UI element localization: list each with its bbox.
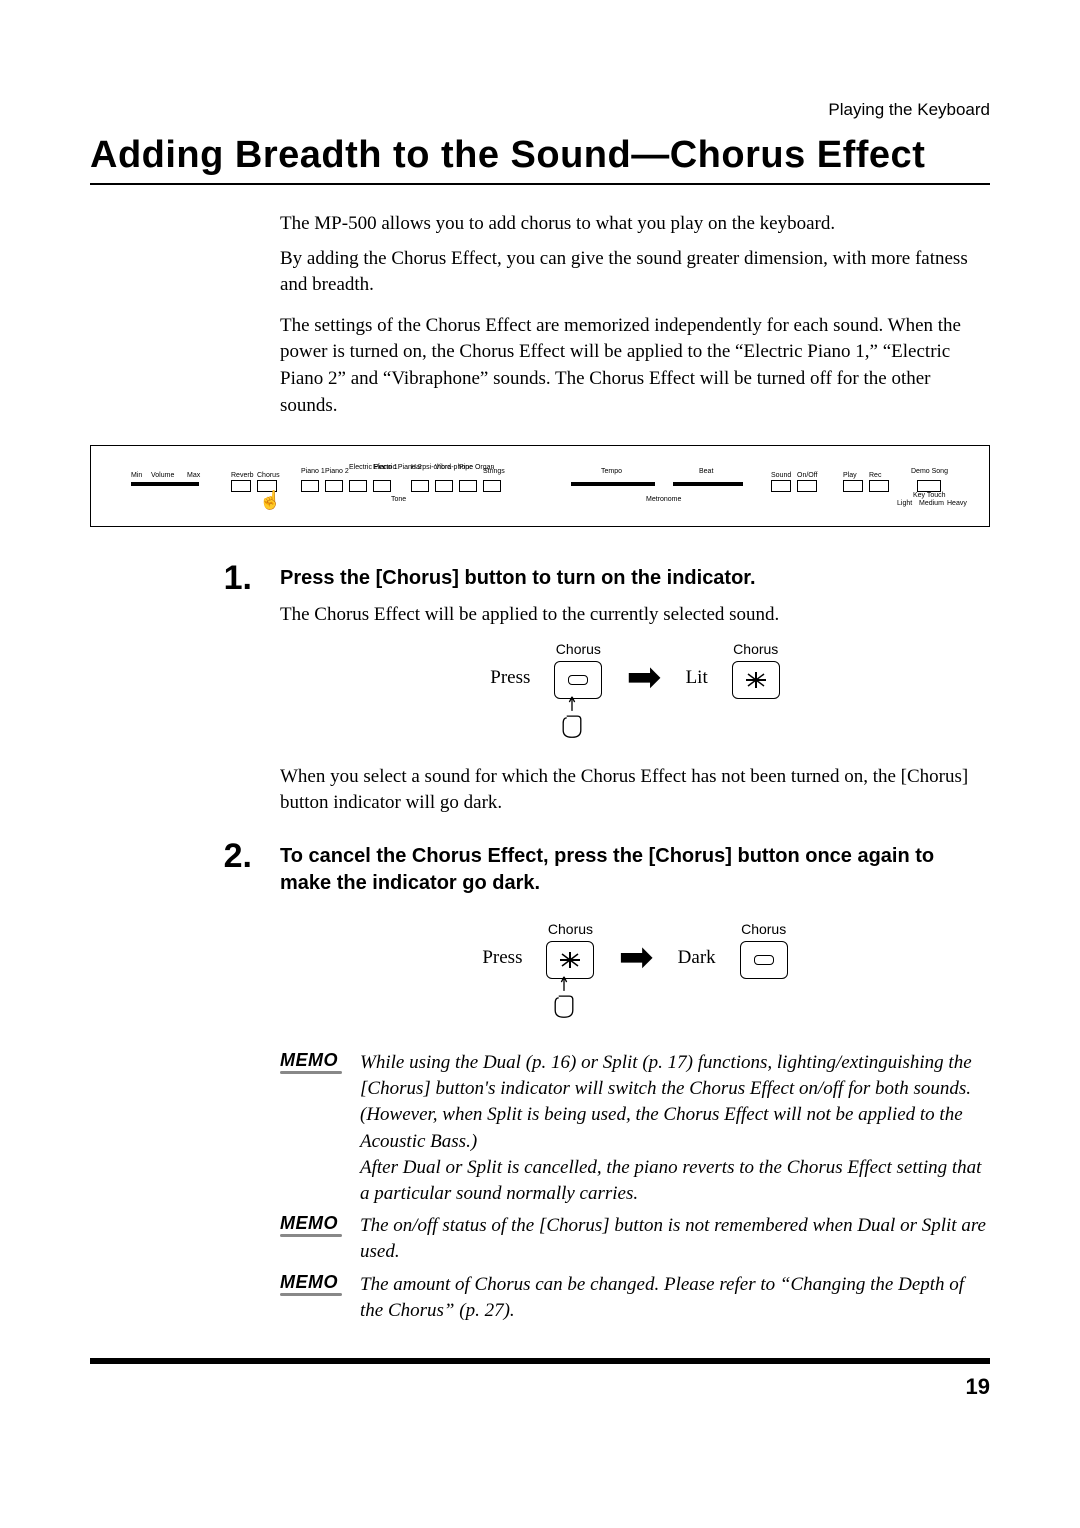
beat-slider bbox=[673, 482, 743, 486]
volume-slider bbox=[131, 482, 199, 486]
label-rec: Rec bbox=[869, 472, 881, 479]
memo-3: MEMO The amount of Chorus can be changed… bbox=[280, 1272, 990, 1324]
onoff-btn bbox=[797, 480, 817, 492]
label-demosong: Demo Song bbox=[911, 468, 948, 475]
title-rule bbox=[90, 183, 990, 185]
label-tone-1: Piano 2 bbox=[325, 468, 349, 475]
label-keytouch: Key Touch bbox=[913, 492, 946, 499]
label-press-2: Press bbox=[482, 921, 522, 969]
label-beat: Beat bbox=[699, 468, 713, 475]
chorus-button-lit-icon bbox=[732, 661, 780, 699]
pointer-hand-icon: ☝ bbox=[259, 490, 281, 511]
breadcrumb: Playing the Keyboard bbox=[90, 100, 990, 120]
label-onoff: On/Off bbox=[797, 472, 818, 479]
step-2-heading: To cancel the Chorus Effect, press the [… bbox=[280, 843, 990, 897]
tone-btn-3 bbox=[373, 480, 391, 492]
diagram-press-dark: Press Chorus ➡ bbox=[280, 921, 990, 1024]
label-dark: Dark bbox=[678, 921, 716, 969]
page-title: Adding Breadth to the Sound—Chorus Effec… bbox=[90, 134, 990, 177]
step-1-heading: Press the [Chorus] button to turn on the… bbox=[280, 565, 990, 592]
demosong-btn bbox=[917, 480, 941, 492]
label-sound: Sound bbox=[771, 472, 791, 479]
keyboard-panel-figure: Min Volume Max Reverb Chorus ☝ Piano 1 P… bbox=[90, 445, 990, 527]
memo-1: MEMO While using the Dual (p. 16) or Spl… bbox=[280, 1050, 990, 1207]
chorus-button-lit-group-2: Chorus bbox=[546, 921, 594, 1024]
intro-p2: By adding the Chorus Effect, you can giv… bbox=[280, 246, 970, 299]
chorus-button-off-icon-2 bbox=[740, 941, 788, 979]
chorus-button-lit-group: Chorus bbox=[732, 641, 780, 699]
footer-rule bbox=[90, 1358, 990, 1364]
intro-p1: The MP-500 allows you to add chorus to w… bbox=[280, 211, 970, 238]
chorus-button-off-group: Chorus bbox=[554, 641, 602, 744]
arrow-right-icon: ➡ bbox=[626, 641, 661, 699]
label-play: Play bbox=[843, 472, 857, 479]
tempo-slider bbox=[571, 482, 655, 486]
label-reverb: Reverb bbox=[231, 472, 254, 479]
memo-1b: After Dual or Split is cancelled, the pi… bbox=[360, 1157, 981, 1204]
step-1: 1. Press the [Chorus] button to turn on … bbox=[90, 561, 990, 829]
pointing-hand-icon bbox=[554, 695, 590, 739]
sound-btn bbox=[771, 480, 791, 492]
tone-btn-0 bbox=[301, 480, 319, 492]
step-2: 2. To cancel the Chorus Effect, press th… bbox=[90, 839, 990, 1044]
label-lit: Lit bbox=[686, 641, 708, 689]
label-heavy: Heavy bbox=[947, 500, 967, 507]
memo-1-text: While using the Dual (p. 16) or Split (p… bbox=[360, 1050, 990, 1207]
step-2-number: 2. bbox=[90, 839, 280, 873]
label-max: Max bbox=[187, 472, 200, 479]
memo-1a: While using the Dual (p. 16) or Split (p… bbox=[360, 1052, 972, 1152]
memo-icon-2: MEMO bbox=[280, 1213, 360, 1234]
label-medium: Medium bbox=[919, 500, 944, 507]
label-chorus-2: Chorus bbox=[732, 641, 780, 657]
arrow-right-icon-2: ➡ bbox=[618, 921, 653, 979]
label-tempo: Tempo bbox=[601, 468, 622, 475]
label-metronome: Metronome bbox=[646, 496, 681, 503]
label-chorus-1: Chorus bbox=[554, 641, 602, 657]
play-btn bbox=[843, 480, 863, 492]
label-chorus-3: Chorus bbox=[546, 921, 594, 937]
memo-2-text: The on/off status of the [Chorus] button… bbox=[360, 1213, 990, 1265]
rec-btn bbox=[869, 480, 889, 492]
intro-block: The MP-500 allows you to add chorus to w… bbox=[280, 211, 970, 419]
label-tonegroup: Tone bbox=[391, 496, 406, 503]
memo-icon-3: MEMO bbox=[280, 1272, 360, 1293]
intro-p3: The settings of the Chorus Effect are me… bbox=[280, 313, 970, 419]
label-tone-7: Strings bbox=[483, 468, 505, 475]
tone-btn-6 bbox=[459, 480, 477, 492]
pointing-hand-icon-2 bbox=[546, 975, 582, 1019]
label-tone-0: Piano 1 bbox=[301, 468, 325, 475]
chorus-button-off-group-2: Chorus bbox=[740, 921, 788, 979]
chorus-button-off-icon bbox=[554, 661, 602, 699]
tone-btn-7 bbox=[483, 480, 501, 492]
label-press: Press bbox=[490, 641, 530, 689]
tone-btn-4 bbox=[411, 480, 429, 492]
diagram-press-lit: Press Chorus ➡ Lit Chorus bbox=[280, 641, 990, 744]
label-chorus-4: Chorus bbox=[740, 921, 788, 937]
step-1-note: When you select a sound for which the Ch… bbox=[280, 764, 990, 817]
label-min: Min bbox=[131, 472, 142, 479]
tone-btn-1 bbox=[325, 480, 343, 492]
label-volume: Volume bbox=[151, 472, 174, 479]
chorus-button-lit-icon-2 bbox=[546, 941, 594, 979]
memo-2: MEMO The on/off status of the [Chorus] b… bbox=[280, 1213, 990, 1265]
page-number: 19 bbox=[90, 1374, 990, 1400]
step-1-text: The Chorus Effect will be applied to the… bbox=[280, 602, 990, 629]
label-chorus: Chorus bbox=[257, 472, 280, 479]
label-light: Light bbox=[897, 500, 912, 507]
reverb-button bbox=[231, 480, 251, 492]
tone-btn-2 bbox=[349, 480, 367, 492]
memo-icon: MEMO bbox=[280, 1050, 360, 1071]
step-1-number: 1. bbox=[90, 561, 280, 595]
memo-3-text: The amount of Chorus can be changed. Ple… bbox=[360, 1272, 990, 1324]
tone-btn-5 bbox=[435, 480, 453, 492]
